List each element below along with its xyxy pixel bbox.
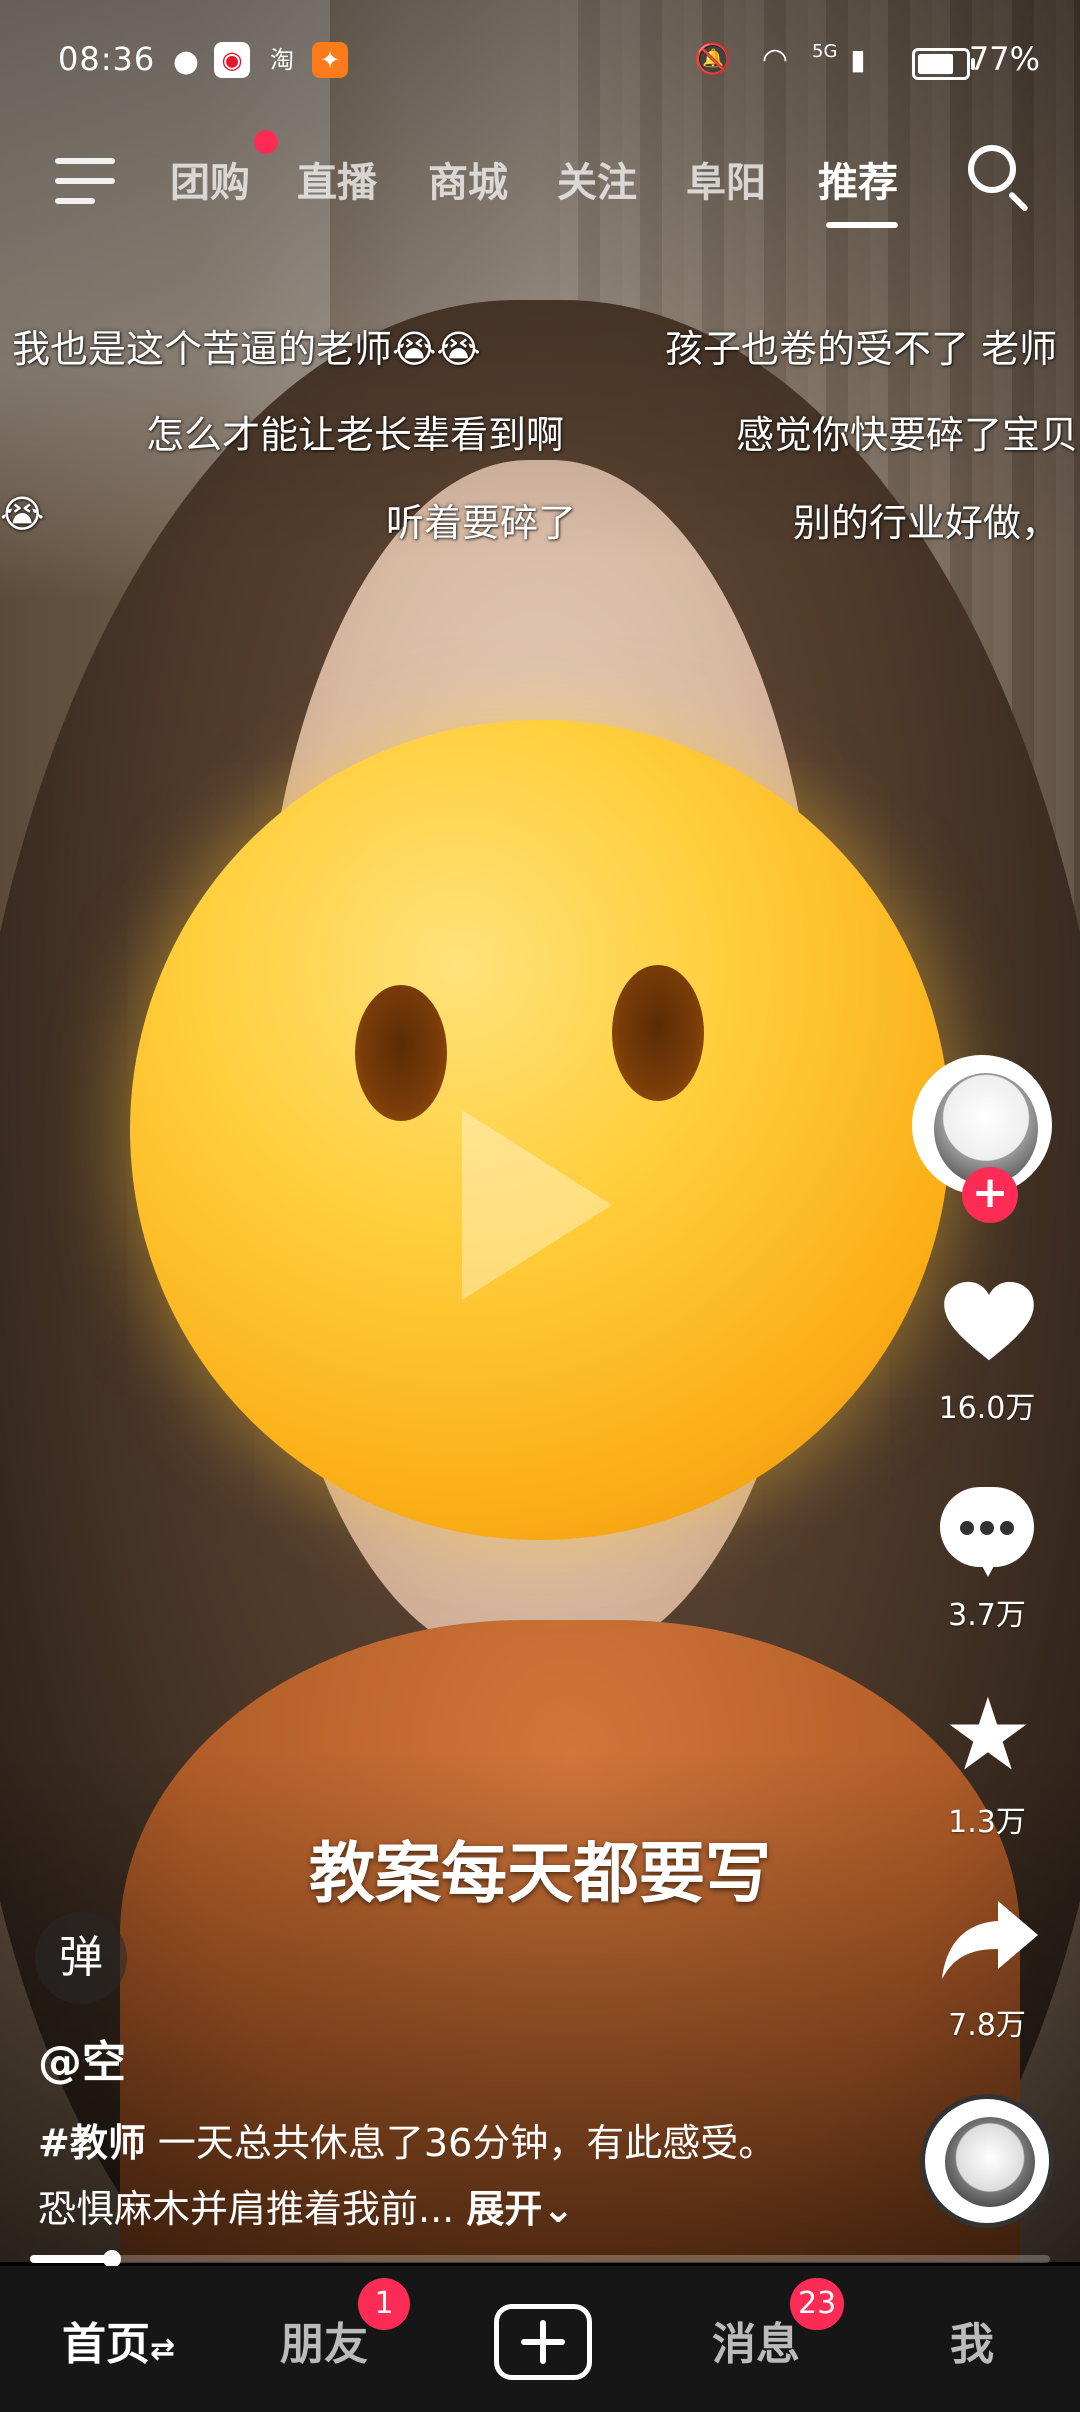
danmu-comment: 听着要碎了 — [386, 501, 577, 545]
search-icon[interactable] — [968, 145, 1016, 193]
mute-icon: 🔕 — [694, 42, 732, 77]
friends-badge: 1 — [358, 2278, 410, 2330]
video-description: #教师 一天总共休息了36分钟，有此感受。 恐惧麻木并肩推着我前... 展开⌄ — [38, 2110, 798, 2242]
comment-icon[interactable] — [940, 1487, 1034, 1577]
share-count: 7.8万 — [948, 2008, 1026, 2043]
nav-friends[interactable]: 朋友 — [280, 2308, 368, 2372]
battery-percent: 77% — [968, 40, 1040, 78]
taobao-icon: 淘 — [270, 46, 294, 74]
tab-live[interactable]: 直播 — [297, 150, 377, 208]
description-text: 一天总共休息了36分钟，有此感受。 恐惧麻木并肩推着我前... — [38, 2121, 777, 2231]
danmu-comment: 怎么才能让老长辈看到啊 — [146, 413, 565, 457]
nav-messages[interactable]: 消息 — [712, 2308, 800, 2372]
expand-button[interactable]: 展开⌄ — [466, 2187, 574, 2231]
comment-count: 3.7万 — [948, 1598, 1026, 1633]
nav-me[interactable]: 我 — [950, 2308, 994, 2372]
video-caption: 教案每天都要写 — [309, 1835, 771, 1912]
hashtag[interactable]: #教师 — [38, 2121, 146, 2165]
emoji-right-eye — [612, 965, 704, 1101]
favorite-icon[interactable]: ★ — [936, 1685, 1040, 1785]
like-count: 16.0万 — [938, 1391, 1036, 1426]
wechat-icon: ● — [172, 44, 200, 79]
music-disc[interactable] — [920, 2094, 1054, 2228]
messages-badge: 23 — [790, 2278, 845, 2330]
progress-fill — [30, 2255, 112, 2263]
create-button[interactable] — [494, 2304, 592, 2380]
tab-mall[interactable]: 商城 — [428, 150, 508, 208]
tab-group-buy[interactable]: 团购 — [170, 150, 250, 208]
nav-home-label: 首页 — [62, 2319, 150, 2370]
tab-following[interactable]: 关注 — [557, 150, 637, 208]
danmu-toggle-button[interactable]: 弹 — [35, 1912, 127, 2004]
weibo-icon: ◉ — [214, 42, 250, 78]
danmu-comment: 我也是这个苦逼的老师😭😭 — [12, 327, 481, 371]
tab-local[interactable]: 阜阳 — [686, 150, 766, 208]
danmu-comment: 别的行业好做， — [793, 501, 1060, 545]
tab-recommended[interactable]: 推荐 — [818, 150, 898, 208]
battery-icon — [912, 48, 975, 80]
notification-dot — [254, 130, 278, 154]
wifi-icon: ◠ — [761, 42, 789, 77]
status-time: 08:36 — [58, 40, 156, 78]
music-cover-image — [945, 2117, 1035, 2207]
author-name[interactable]: @空 — [38, 2026, 126, 2090]
emoji-left-eye — [355, 985, 447, 1121]
danmu-comment: 感觉你快要碎了宝贝 — [736, 413, 1079, 457]
top-nav: 团购 直播 商城 关注 阜阳 推荐 — [0, 140, 1080, 240]
bottom-nav: 首页⇄ 朋友 1 消息 23 我 — [0, 2266, 1080, 2412]
menu-icon[interactable] — [55, 158, 115, 206]
danmu-comment: 孩子也卷的受不了 老师 — [665, 327, 1058, 371]
follow-button[interactable]: + — [962, 1167, 1018, 1223]
switch-icon: ⇄ — [150, 2332, 176, 2367]
signal-icon: ▮ — [850, 43, 866, 76]
danmu-comment: 😭 — [0, 492, 45, 536]
battery-fill — [918, 54, 953, 74]
nav-home[interactable]: 首页⇄ — [62, 2308, 175, 2372]
app-icon: ✦ — [312, 42, 348, 78]
video-progress-bar[interactable] — [30, 2250, 1050, 2268]
like-icon[interactable] — [942, 1280, 1036, 1364]
play-icon[interactable] — [462, 1110, 612, 1300]
active-tab-indicator — [826, 222, 898, 228]
status-bar: 08:36 ● ◉ 淘 ✦ 🔕 ◠ 5G ▮ 77% — [0, 0, 1080, 120]
